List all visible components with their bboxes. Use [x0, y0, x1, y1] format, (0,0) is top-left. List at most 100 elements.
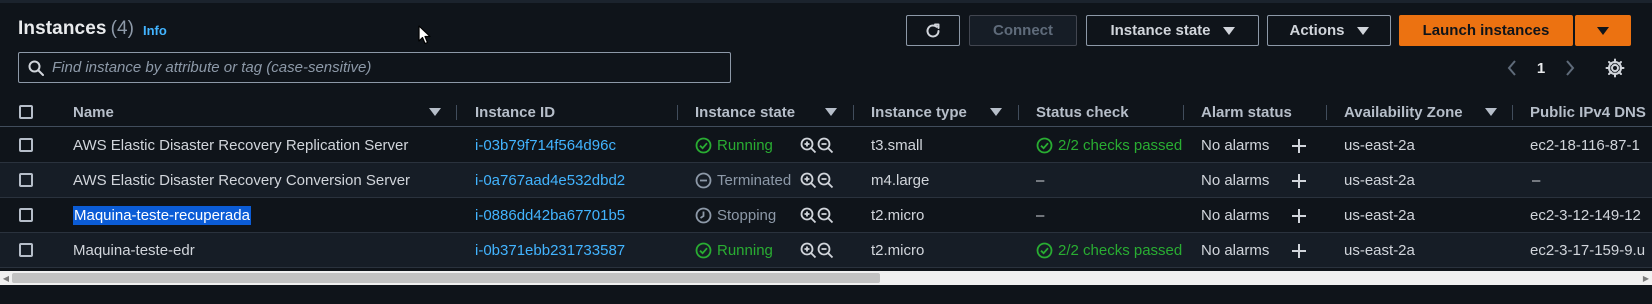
refresh-button[interactable]	[906, 15, 960, 46]
caret-down-icon	[1356, 26, 1369, 35]
row-checkbox[interactable]	[19, 243, 33, 257]
add-alarm-button[interactable]	[1291, 233, 1307, 268]
page-title: Instances (4)	[18, 18, 134, 40]
instance-state-text: Running	[717, 137, 773, 154]
sort-type-icon[interactable]	[990, 97, 1002, 127]
column-divider[interactable]	[1018, 105, 1019, 120]
column-public-dns[interactable]: Public IPv4 DNS	[1530, 97, 1646, 127]
status-check: 2/2 checks passed	[1036, 128, 1182, 163]
status-check: –	[1036, 172, 1045, 189]
select-all-checkbox[interactable]	[19, 105, 33, 119]
column-name[interactable]: Name	[73, 97, 114, 127]
zoom-out-icon[interactable]	[817, 207, 834, 224]
column-instance-id[interactable]: Instance ID	[475, 97, 555, 127]
mouse-cursor-icon	[418, 25, 431, 45]
refresh-icon	[926, 23, 940, 37]
search-icon	[28, 60, 44, 76]
check-circle-icon	[695, 242, 712, 259]
zoom-out-icon[interactable]	[817, 137, 834, 154]
column-divider[interactable]	[1326, 105, 1327, 120]
public-dns: ec2-3-17-159-9.u	[1530, 242, 1646, 259]
column-divider[interactable]	[853, 105, 854, 120]
column-status-check[interactable]: Status check	[1036, 97, 1129, 127]
instance-state-text: Running	[717, 242, 773, 259]
column-availability-zone[interactable]: Availability Zone	[1344, 97, 1463, 127]
availability-zone: us-east-2a	[1344, 242, 1415, 259]
zoom-in-icon[interactable]	[800, 137, 817, 154]
status-check-text: 2/2 checks passed	[1058, 137, 1183, 154]
launch-dropdown-button[interactable]	[1575, 15, 1631, 46]
preferences-button[interactable]	[1603, 56, 1627, 80]
zoom-in-icon[interactable]	[800, 207, 817, 224]
public-dns: –	[1532, 172, 1541, 189]
alarm-status: No alarms	[1201, 207, 1270, 224]
selected-text: Maquina-teste-recuperada	[73, 206, 251, 225]
zoom-in-icon[interactable]	[800, 242, 817, 259]
connect-label: Connect	[993, 22, 1053, 39]
table-row[interactable]: AWS Elastic Disaster Recovery Conversion…	[0, 163, 1652, 198]
instance-id-link[interactable]: i-0a767aad4e532dbd2	[475, 163, 625, 198]
scroll-left-icon[interactable]: ◀	[0, 271, 12, 285]
alarm-status: No alarms	[1201, 242, 1270, 259]
add-alarm-button[interactable]	[1291, 128, 1307, 163]
check-circle-icon	[1036, 242, 1053, 259]
status-check: –	[1036, 207, 1045, 224]
availability-zone: us-east-2a	[1344, 207, 1415, 224]
launch-instances-button[interactable]: Launch instances	[1399, 15, 1573, 46]
instance-type: t2.micro	[871, 207, 925, 224]
column-instance-state[interactable]: Instance state	[695, 97, 795, 127]
plus-icon	[1292, 173, 1306, 188]
sort-az-icon[interactable]	[1485, 97, 1497, 127]
row-checkbox[interactable]	[19, 208, 33, 222]
instance-id-link[interactable]: i-0886dd42ba67701b5	[475, 198, 625, 233]
zoom-controls	[800, 198, 834, 233]
public-dns: ec2-3-12-149-12	[1530, 207, 1641, 224]
instance-id-link[interactable]: i-03b79f714f564d96c	[475, 128, 616, 163]
zoom-controls	[800, 128, 834, 163]
instance-count: (4)	[110, 18, 135, 39]
instance-state-text: Terminated	[717, 172, 792, 189]
zoom-out-icon[interactable]	[817, 172, 834, 189]
row-checkbox[interactable]	[19, 173, 33, 187]
info-link[interactable]: Info	[143, 23, 167, 38]
instance-name: AWS Elastic Disaster Recovery Replicatio…	[73, 137, 409, 154]
column-instance-type[interactable]: Instance type	[871, 97, 967, 127]
scroll-right-icon[interactable]: ▶	[1640, 271, 1652, 285]
chevron-left-icon	[1507, 60, 1516, 76]
column-divider[interactable]	[1512, 105, 1513, 120]
instance-state-dropdown[interactable]: Instance state	[1086, 15, 1259, 46]
zoom-out-icon[interactable]	[817, 242, 834, 259]
column-alarm-status[interactable]: Alarm status	[1201, 97, 1292, 127]
column-divider[interactable]	[1183, 105, 1184, 120]
page-number[interactable]: 1	[1530, 56, 1552, 80]
add-alarm-button[interactable]	[1291, 198, 1307, 233]
next-page-button[interactable]	[1558, 56, 1582, 80]
row-checkbox[interactable]	[19, 138, 33, 152]
zoom-in-icon[interactable]	[800, 172, 817, 189]
search-bar[interactable]	[18, 52, 731, 83]
minus-circle-icon	[695, 172, 712, 189]
previous-page-button[interactable]	[1500, 56, 1524, 80]
connect-button[interactable]: Connect	[969, 15, 1077, 46]
instance-name: Maquina-teste-edr	[73, 242, 195, 259]
availability-zone: us-east-2a	[1344, 172, 1415, 189]
sort-name-icon[interactable]	[429, 97, 441, 127]
table-row[interactable]: Maquina-teste-edr i-0b371ebb231733587 Ru…	[0, 233, 1652, 268]
status-check-text: 2/2 checks passed	[1058, 242, 1183, 259]
table-row[interactable]: Maquina-teste-recuperada i-0886dd42ba677…	[0, 198, 1652, 233]
instance-id-link[interactable]: i-0b371ebb231733587	[475, 233, 625, 268]
scrollbar-thumb[interactable]	[12, 273, 880, 283]
search-input[interactable]	[52, 59, 712, 76]
caret-down-icon	[1222, 26, 1235, 35]
table-row[interactable]: AWS Elastic Disaster Recovery Replicatio…	[0, 128, 1652, 163]
clock-icon	[695, 207, 712, 224]
instance-state-label: Instance state	[1110, 22, 1211, 39]
sort-state-icon[interactable]	[825, 97, 837, 127]
gear-icon	[1605, 58, 1625, 78]
add-alarm-button[interactable]	[1291, 163, 1307, 198]
plus-icon	[1292, 138, 1306, 153]
actions-dropdown[interactable]: Actions	[1267, 15, 1391, 46]
plus-icon	[1292, 243, 1306, 258]
column-divider[interactable]	[456, 105, 457, 120]
column-divider[interactable]	[677, 105, 678, 120]
